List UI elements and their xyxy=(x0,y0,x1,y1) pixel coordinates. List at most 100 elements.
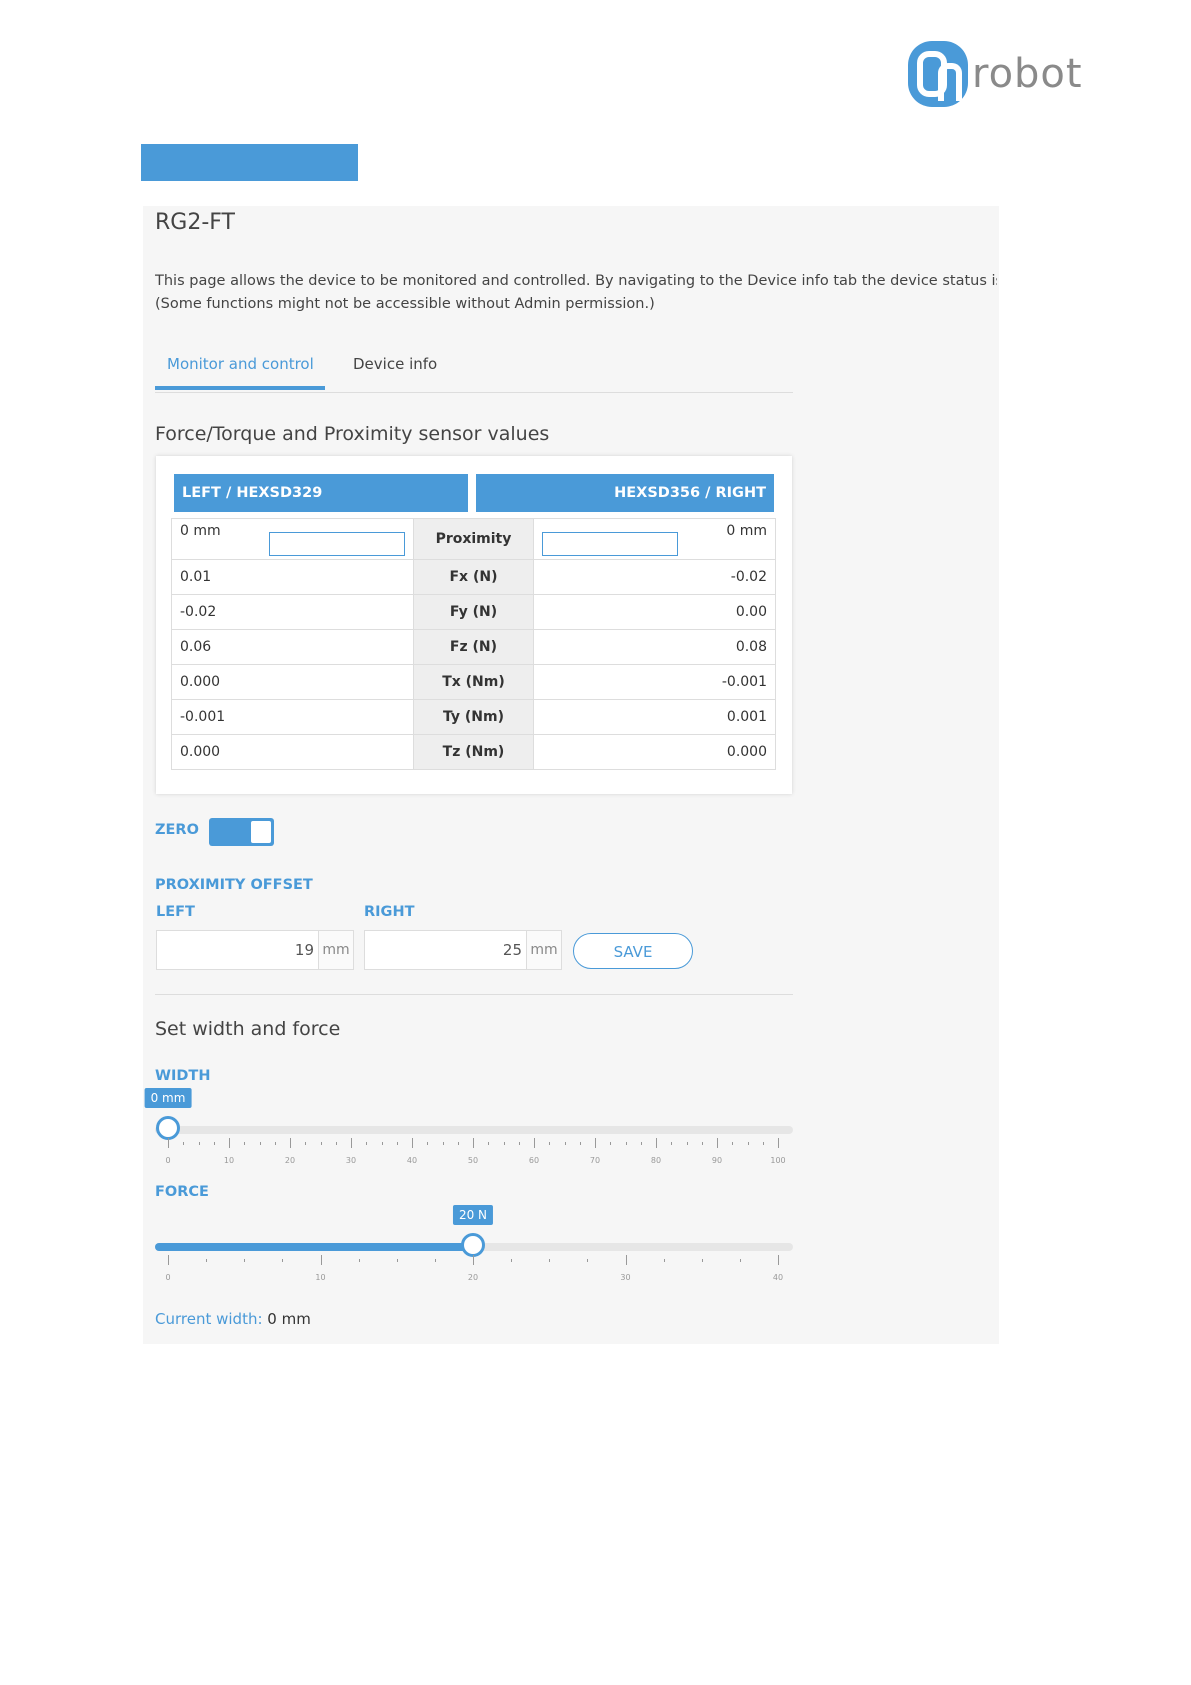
slider-tick xyxy=(335,1142,337,1145)
slider-tick-label: 40 xyxy=(406,1156,418,1165)
slider-tick-label: 10 xyxy=(223,1156,235,1165)
right-offset-value[interactable]: 25 xyxy=(365,931,526,969)
slider-tick xyxy=(656,1138,657,1148)
table-row: 0.06 Fz (N) 0.08 xyxy=(171,629,776,665)
slider-tick-label: 60 xyxy=(528,1156,540,1165)
slider-tick xyxy=(686,1142,688,1145)
slider-tick xyxy=(671,1142,673,1145)
width-label: WIDTH xyxy=(155,1068,211,1084)
slider-tick xyxy=(739,1259,741,1262)
left-offset-unit: mm xyxy=(318,931,353,969)
width-ticks: 0 10 20 30 40 50 60 70 80 90 100 xyxy=(165,1138,786,1168)
slider-tick xyxy=(206,1259,208,1262)
left-value: 0.06 xyxy=(171,629,414,665)
slider-tick xyxy=(168,1255,169,1265)
offset-right-label: RIGHT xyxy=(364,904,415,920)
proximity-offset-label: PROXIMITY OFFSET xyxy=(155,877,313,893)
left-value: 0.000 xyxy=(171,734,414,770)
slider-tick xyxy=(732,1142,734,1145)
slider-tick xyxy=(366,1142,368,1145)
right-proximity-value: 0 mm xyxy=(726,522,767,539)
slider-tick xyxy=(457,1142,459,1145)
table-row: 0.000 Tx (Nm) -0.001 xyxy=(171,664,776,700)
slider-tick xyxy=(663,1259,665,1262)
slider-tick xyxy=(595,1138,596,1148)
right-value: 0.00 xyxy=(533,594,776,630)
page-description: This page allows the device to be monito… xyxy=(155,270,997,316)
slider-tick xyxy=(518,1142,520,1145)
slider-tick xyxy=(549,1142,551,1145)
slider-tick-label: 50 xyxy=(467,1156,479,1165)
row-label: Fy (N) xyxy=(412,594,535,630)
slider-tick xyxy=(778,1255,779,1265)
slider-tick xyxy=(701,1142,703,1145)
right-value: 0.001 xyxy=(533,699,776,735)
slider-tick-label: 100 xyxy=(770,1156,786,1165)
force-ticks: 0 10 20 30 40 xyxy=(165,1255,783,1285)
slider-tick-label: 30 xyxy=(620,1273,631,1282)
right-value: 0.000 xyxy=(533,734,776,770)
slider-tick xyxy=(511,1259,513,1262)
tab-bar: Monitor and control Device info xyxy=(155,350,793,393)
current-width: Current width: 0 mm xyxy=(155,1310,311,1328)
page-title: RG2-FT xyxy=(155,210,235,235)
slider-track[interactable] xyxy=(155,1126,793,1134)
zero-toggle[interactable] xyxy=(209,818,274,846)
slider-tick xyxy=(274,1142,276,1145)
header-bar xyxy=(141,144,358,181)
slider-tick xyxy=(412,1138,413,1148)
slider-tick xyxy=(358,1259,360,1262)
slider-tick xyxy=(320,1255,322,1265)
slider-tick xyxy=(473,1255,474,1265)
slider-tick xyxy=(640,1142,642,1145)
current-width-label: Current width: xyxy=(155,1310,263,1328)
slider-tick-label: 70 xyxy=(589,1156,601,1165)
slider-tick xyxy=(473,1138,474,1148)
slider-tick xyxy=(534,1138,535,1148)
force-value-bubble: 20 N xyxy=(452,1205,494,1225)
right-offset-unit: mm xyxy=(526,931,561,969)
slider-tick-label: 40 xyxy=(772,1273,784,1282)
width-slider-handle[interactable] xyxy=(156,1116,180,1140)
current-width-value: 0 mm xyxy=(267,1310,311,1328)
sensor-card: LEFT / HEXSD329 HEXSD356 / RIGHT 0 mm Pr… xyxy=(156,456,792,794)
slider-tick xyxy=(259,1142,261,1145)
table-row: 0 mm Proximity 0 mm xyxy=(171,518,776,560)
left-value: -0.001 xyxy=(171,699,414,735)
save-button[interactable]: SAVE xyxy=(573,933,693,969)
left-proximity-bar xyxy=(268,531,405,556)
slider-tick xyxy=(229,1138,230,1148)
right-value: -0.02 xyxy=(533,559,776,595)
table-row: -0.02 Fy (N) 0.00 xyxy=(171,594,776,630)
right-value: 0.08 xyxy=(533,629,776,665)
slider-tick-label: 0 xyxy=(165,1156,171,1165)
slider-tick xyxy=(717,1138,718,1148)
slider-tick xyxy=(579,1142,581,1145)
row-label: Ty (Nm) xyxy=(412,699,535,735)
slider-tick xyxy=(549,1259,551,1262)
slider-tick xyxy=(305,1142,307,1145)
slider-tick xyxy=(762,1142,764,1145)
slider-tick-label: 0 xyxy=(165,1273,171,1282)
left-offset-field[interactable]: 19 mm xyxy=(156,930,354,970)
tab-monitor-and-control[interactable]: Monitor and control xyxy=(155,350,325,390)
force-slider-handle[interactable] xyxy=(461,1233,485,1257)
slider-tick xyxy=(183,1142,185,1145)
onrobot-logo: robot xyxy=(908,40,1083,108)
slider-tick xyxy=(396,1259,398,1262)
slider-tick xyxy=(213,1142,215,1145)
left-value: -0.02 xyxy=(171,594,414,630)
row-label: Tx (Nm) xyxy=(412,664,535,700)
slider-tick-label: 30 xyxy=(345,1156,357,1165)
right-sensor-header: HEXSD356 / RIGHT xyxy=(476,474,774,512)
left-offset-value[interactable]: 19 xyxy=(157,931,318,969)
logo-text: robot xyxy=(972,51,1083,97)
right-offset-field[interactable]: 25 mm xyxy=(364,930,562,970)
slider-tick xyxy=(351,1138,352,1148)
onrobot-logo-icon xyxy=(908,41,968,107)
slider-tick xyxy=(778,1138,779,1148)
slider-tick xyxy=(427,1142,429,1145)
slider-tick-label: 90 xyxy=(711,1156,723,1165)
tab-device-info[interactable]: Device info xyxy=(353,350,437,390)
row-label: Tz (Nm) xyxy=(412,734,535,770)
